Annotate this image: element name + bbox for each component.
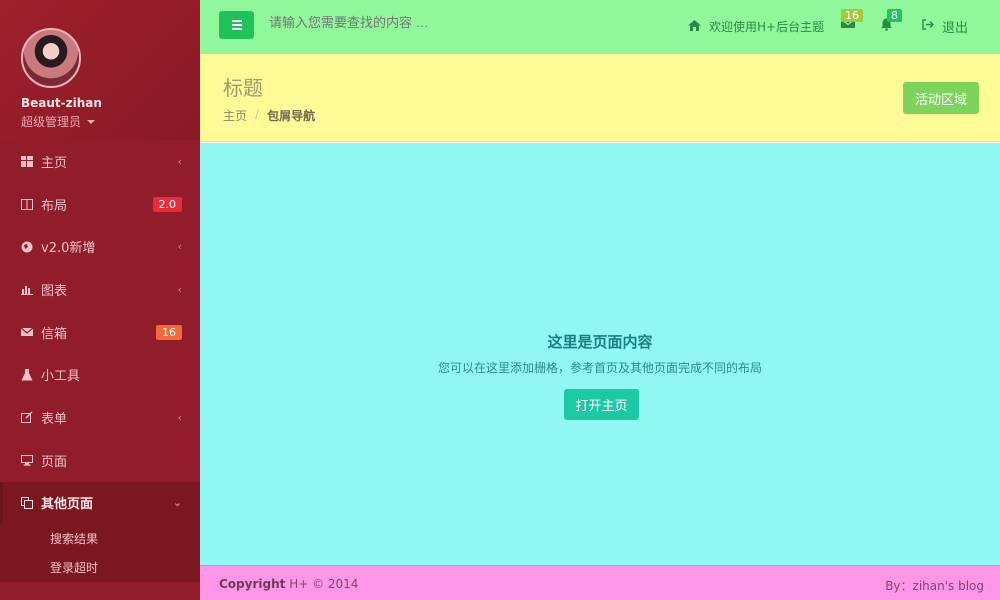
sidebar-item-home[interactable]: 主页 ‹ — [0, 140, 200, 183]
unread-badge: 16 — [156, 324, 182, 340]
sign-out-icon — [922, 19, 934, 34]
welcome-message: 欢迎使用H+后台主题 — [688, 18, 824, 35]
copyright-text: H+ © 2014 — [285, 577, 359, 591]
files-icon — [21, 496, 33, 509]
bar-chart-icon — [21, 283, 33, 295]
sidebar-menu: 主页 ‹ 布局 2.0 v2.0新增 ‹ 图表 ‹ 信箱 16 小工具 表单 ‹… — [0, 140, 200, 525]
caret-down-icon — [87, 119, 96, 124]
page-header: 标题 主页 / 包屑导航 活动区域 — [200, 54, 1000, 142]
sidebar: Beaut-zihan 超级管理员 主页 ‹ 布局 2.0 v2.0新增 ‹ 图… — [0, 0, 200, 600]
sidebar-item-label: v2.0新增 — [41, 241, 96, 257]
role-label: 超级管理员 — [21, 115, 82, 129]
submenu-other-pages: 搜索结果 登录超时 — [0, 524, 200, 583]
chevron-left-icon: ‹ — [177, 240, 182, 254]
chevron-left-icon: ‹ — [177, 282, 182, 296]
sidebar-item-label: 页面 — [41, 454, 68, 470]
home-icon — [688, 19, 701, 34]
columns-icon — [21, 198, 33, 210]
sidebar-item-other-pages[interactable]: 其他页面 ⌄ — [0, 481, 200, 525]
sidebar-item-label: 其他页面 — [41, 497, 94, 513]
sidebar-item-charts[interactable]: 图表 ‹ — [0, 268, 200, 311]
content-title: 这里是页面内容 — [547, 333, 653, 351]
breadcrumb-home-link[interactable]: 主页 — [223, 107, 247, 124]
logout-label: 退出 — [942, 21, 969, 36]
sidebar-item-label: 信箱 — [41, 326, 68, 342]
hamburger-line — [231, 20, 242, 22]
profile-section: Beaut-zihan 超级管理员 — [0, 0, 200, 140]
globe-icon — [21, 241, 33, 253]
sidebar-item-label: 图表 — [41, 283, 68, 299]
page-title: 标题 — [223, 76, 263, 100]
breadcrumb-separator: / — [255, 107, 260, 121]
dashboard-icon — [21, 155, 33, 167]
flask-icon — [21, 368, 33, 381]
top-navbar: 欢迎使用H+后台主题 16 8 退出 — [200, 0, 1000, 54]
role-dropdown[interactable]: 超级管理员 — [21, 113, 200, 130]
sidebar-item-pages[interactable]: 页面 — [0, 439, 200, 482]
version-badge: 2.0 — [152, 196, 182, 212]
sidebar-item-label: 小工具 — [41, 369, 81, 385]
copyright-label: Copyright — [219, 577, 286, 591]
sidebar-item-label: 主页 — [41, 155, 68, 171]
open-home-button[interactable]: 打开主页 — [564, 389, 639, 420]
welcome-text: 欢迎使用H+后台主题 — [709, 20, 825, 34]
hamburger-line — [231, 24, 242, 26]
alerts-count-badge: 8 — [887, 9, 902, 22]
content-description: 您可以在这里添加栅格，参考首页及其他页面完成不同的布局 — [437, 361, 762, 375]
alerts-button[interactable]: 8 — [880, 9, 902, 35]
footer: Copyright H+ © 2014 By：zihan's blog — [200, 565, 1000, 600]
sidebar-item-tools[interactable]: 小工具 — [0, 353, 200, 396]
footer-credit: By：zihan's blog — [885, 579, 984, 593]
chevron-left-icon: ‹ — [177, 410, 182, 424]
copyright: Copyright H+ © 2014 — [219, 577, 358, 591]
activity-area-button[interactable]: 活动区域 — [903, 82, 979, 114]
menu-toggle-button[interactable] — [219, 11, 254, 39]
sidebar-item-label: 表单 — [41, 411, 68, 427]
desktop-icon — [21, 454, 33, 466]
sidebar-item-mailbox[interactable]: 信箱 16 — [0, 311, 200, 354]
sidebar-item-label: 布局 — [41, 198, 68, 214]
hamburger-line — [231, 28, 242, 30]
avatar[interactable] — [21, 28, 81, 88]
envelope-icon — [21, 326, 33, 338]
submenu-item-login-timeout[interactable]: 登录超时 — [0, 553, 200, 582]
logout-button[interactable]: 退出 — [922, 17, 968, 36]
messages-button[interactable]: 16 — [840, 9, 863, 33]
sidebar-item-layout[interactable]: 布局 2.0 — [0, 183, 200, 226]
sidebar-item-forms[interactable]: 表单 ‹ — [0, 396, 200, 439]
breadcrumb-current: 包屑导航 — [267, 109, 316, 123]
username[interactable]: Beaut-zihan — [21, 96, 200, 110]
main-content: 这里是页面内容 您可以在这里添加栅格，参考首页及其他页面完成不同的布局 打开主页 — [200, 143, 1000, 565]
chevron-down-icon: ⌄ — [172, 496, 182, 510]
search-input[interactable] — [269, 15, 569, 30]
chevron-left-icon: ‹ — [177, 154, 182, 168]
submenu-item-search-results[interactable]: 搜索结果 — [0, 524, 200, 553]
breadcrumb: 主页 / 包屑导航 — [223, 107, 315, 124]
messages-count-badge: 16 — [841, 9, 863, 22]
edit-icon — [21, 411, 33, 424]
sidebar-item-v2-new[interactable]: v2.0新增 ‹ — [0, 225, 200, 268]
